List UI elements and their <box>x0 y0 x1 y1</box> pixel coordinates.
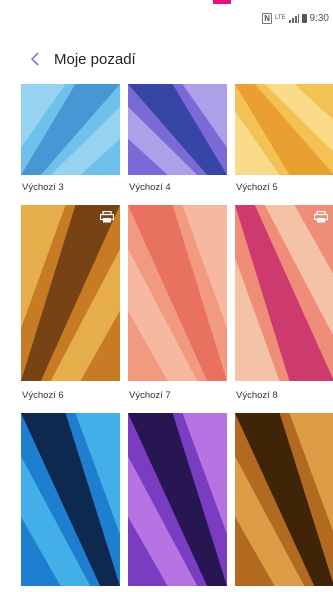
wallpaper-thumbnail <box>21 84 120 175</box>
wallpaper-tile[interactable] <box>128 413 227 586</box>
wallpaper-thumbnail <box>128 205 227 381</box>
wallpaper-grid: Výchozí 3 Výchozí 4 Výchozí 5 Výchozí 6 Vých… <box>0 0 333 592</box>
wallpaper-tile[interactable] <box>21 413 120 586</box>
wallpaper-tile[interactable] <box>128 205 227 381</box>
title-bar: Moje pozadí <box>0 44 333 74</box>
wallpaper-tile[interactable] <box>21 84 120 175</box>
wallpaper-tile[interactable] <box>21 205 120 381</box>
wallpaper-tile[interactable] <box>235 84 333 175</box>
printer-icon <box>314 211 328 223</box>
wallpaper-tile[interactable] <box>128 84 227 175</box>
back-button[interactable] <box>20 44 50 74</box>
wallpaper-thumbnail <box>235 84 333 175</box>
wallpaper-thumbnail <box>235 413 333 586</box>
wallpaper-tile[interactable] <box>235 205 333 381</box>
wallpaper-label: Výchozí 5 <box>236 182 278 193</box>
wallpaper-label: Výchozí 8 <box>236 390 278 401</box>
wallpaper-label: Výchozí 4 <box>129 182 171 193</box>
chevron-left-icon <box>30 52 39 66</box>
wallpaper-thumbnail <box>235 205 333 381</box>
wallpaper-label: Výchozí 7 <box>129 390 171 401</box>
printer-icon <box>100 211 114 223</box>
wallpaper-thumbnail <box>21 413 120 586</box>
wallpaper-thumbnail <box>21 205 120 381</box>
page-title: Moje pozadí <box>54 50 136 68</box>
wallpaper-tile[interactable] <box>235 413 333 586</box>
wallpaper-thumbnail <box>128 84 227 175</box>
wallpaper-label: Výchozí 3 <box>22 182 64 193</box>
wallpaper-thumbnail <box>128 413 227 586</box>
wallpaper-label: Výchozí 6 <box>22 390 64 401</box>
